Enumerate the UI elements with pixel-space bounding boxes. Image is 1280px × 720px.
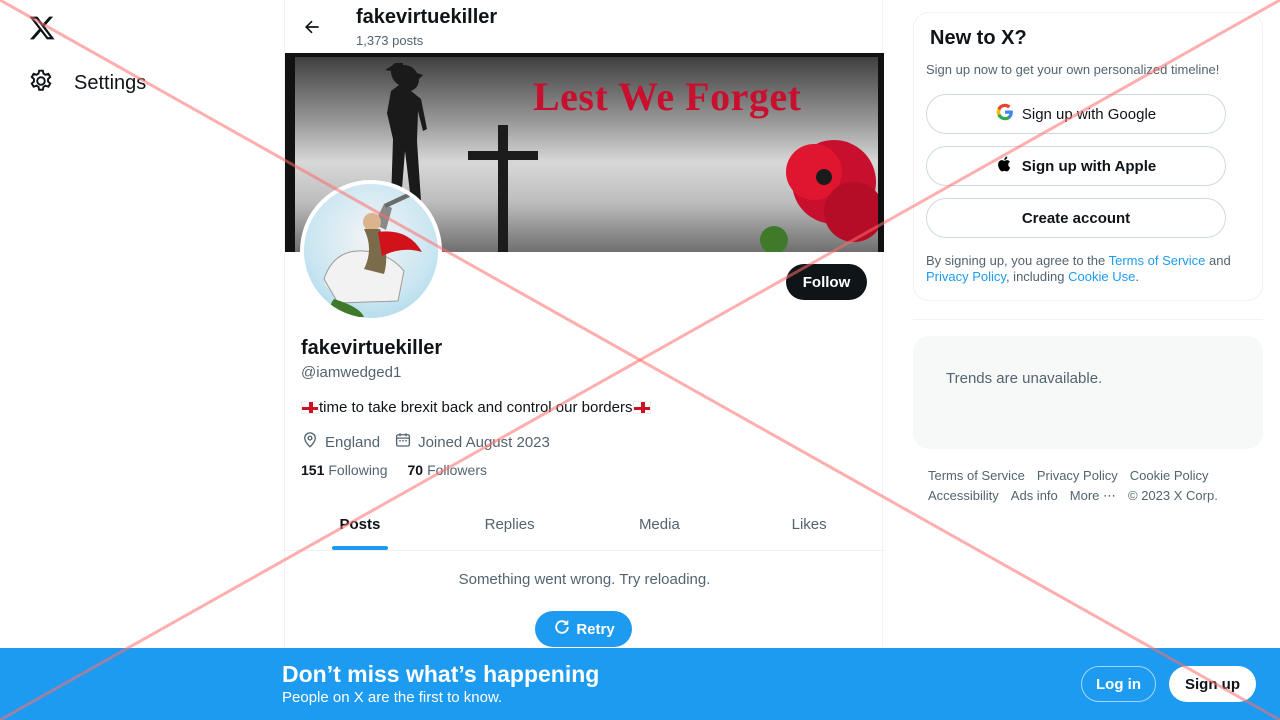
bottom-signup-banner: Don’t miss what’s happening People on X … [0, 648, 1280, 720]
location-text: England [325, 433, 381, 451]
tab-likes[interactable]: Likes [734, 498, 884, 550]
retry-label: Retry [576, 620, 615, 638]
signup-button[interactable]: Sign up [1169, 666, 1256, 702]
cookie-use-link[interactable]: Cookie Use [1068, 269, 1135, 284]
calendar-icon [394, 431, 412, 453]
signup-legal-text: By signing up, you agree to the Terms of… [926, 253, 1246, 285]
trends-unavailable-text: Trends are unavailable. [946, 370, 1103, 387]
footer-cookie-link[interactable]: Cookie Policy [1130, 466, 1209, 486]
footer-accessibility-link[interactable]: Accessibility [928, 486, 999, 506]
england-flag-icon [632, 401, 651, 414]
bio-text: time to take brexit back and control our… [319, 399, 633, 416]
legal-including: , including [1005, 269, 1069, 284]
footer-ads-info-link[interactable]: Ads info [1011, 486, 1058, 506]
bottom-banner-title: Don’t miss what’s happening [282, 661, 600, 687]
legal-prefix: By signing up, you agree to the [926, 253, 1109, 268]
login-button[interactable]: Log in [1081, 666, 1156, 702]
create-account-button[interactable]: Create account [926, 198, 1226, 238]
follow-button[interactable]: Follow [786, 264, 867, 300]
terms-link[interactable]: Terms of Service [1109, 253, 1206, 268]
google-icon [996, 103, 1014, 125]
google-signup-label: Sign up with Google [1021, 105, 1157, 123]
profile-topbar: fakevirtuekiller 1,373 posts [285, 0, 882, 53]
back-arrow-icon[interactable] [299, 14, 325, 40]
following-label: Following [328, 462, 388, 478]
sidebar-divider [913, 319, 1263, 320]
footer-terms-link[interactable]: Terms of Service [928, 466, 1025, 486]
google-signup-button[interactable]: Sign up with Google [926, 94, 1226, 134]
legal-and: and [1205, 253, 1231, 268]
follow-stats: 151 Following 70 Followers [301, 462, 487, 478]
retry-button[interactable]: Retry [535, 611, 632, 647]
apple-icon [996, 155, 1014, 177]
profile-name: fakevirtuekiller [301, 337, 443, 359]
tab-posts[interactable]: Posts [285, 498, 435, 550]
privacy-link[interactable]: Privacy Policy [926, 269, 1006, 284]
followers-label: Followers [427, 462, 487, 478]
joined-item: Joined August 2023 [394, 431, 550, 453]
signup-subtitle: Sign up now to get your own personalized… [926, 62, 1220, 77]
left-nav: Settings [0, 0, 284, 720]
gear-icon [28, 68, 54, 99]
joined-text: Joined August 2023 [418, 433, 550, 451]
settings-nav-item[interactable]: Settings [28, 68, 146, 99]
followers-count: 70 [407, 462, 424, 478]
following-link[interactable]: 151 Following [301, 462, 388, 478]
trends-panel: Trends are unavailable. [913, 336, 1263, 449]
topbar-name: fakevirtuekiller [356, 6, 498, 28]
location-item: England [301, 431, 380, 453]
legal-end: . [1135, 269, 1139, 284]
x-logo-icon[interactable] [28, 14, 56, 42]
refresh-icon [552, 617, 572, 641]
england-flag-icon [301, 401, 319, 414]
profile-meta: England Joined August 2023 [301, 431, 550, 453]
avatar[interactable] [300, 180, 442, 322]
apple-signup-button[interactable]: Sign up with Apple [926, 146, 1226, 186]
settings-label: Settings [74, 72, 147, 94]
profile-handle: @iamwedged1 [301, 364, 402, 381]
feed-error-message: Something went wrong. Try reloading. [458, 571, 711, 588]
followers-link[interactable]: 70 Followers [408, 462, 487, 478]
signup-card: New to X? Sign up now to get your own pe… [913, 12, 1263, 301]
location-pin-icon [301, 431, 319, 453]
profile-bio: time to take brexit back and control our… [301, 399, 651, 416]
posts-count: 1,373 posts [356, 33, 424, 48]
profile-tabs: Posts Replies Media Likes [285, 498, 884, 551]
signup-title: New to X? [930, 27, 1027, 49]
footer-privacy-link[interactable]: Privacy Policy [1037, 466, 1118, 486]
following-count: 151 [301, 462, 325, 478]
tab-media[interactable]: Media [585, 498, 735, 550]
profile-column: fakevirtuekiller 1,373 posts Lest We For… [284, 0, 884, 720]
footer-copyright: © 2023 X Corp. [1128, 488, 1218, 503]
tab-replies[interactable]: Replies [435, 498, 585, 550]
footer-more-link[interactable]: More ⋯ [1070, 486, 1116, 506]
apple-signup-label: Sign up with Apple [1021, 157, 1157, 175]
footer-links: Terms of Service Privacy Policy Cookie Pol… [928, 466, 1258, 506]
bottom-banner-subtitle: People on X are the first to know. [282, 689, 503, 706]
